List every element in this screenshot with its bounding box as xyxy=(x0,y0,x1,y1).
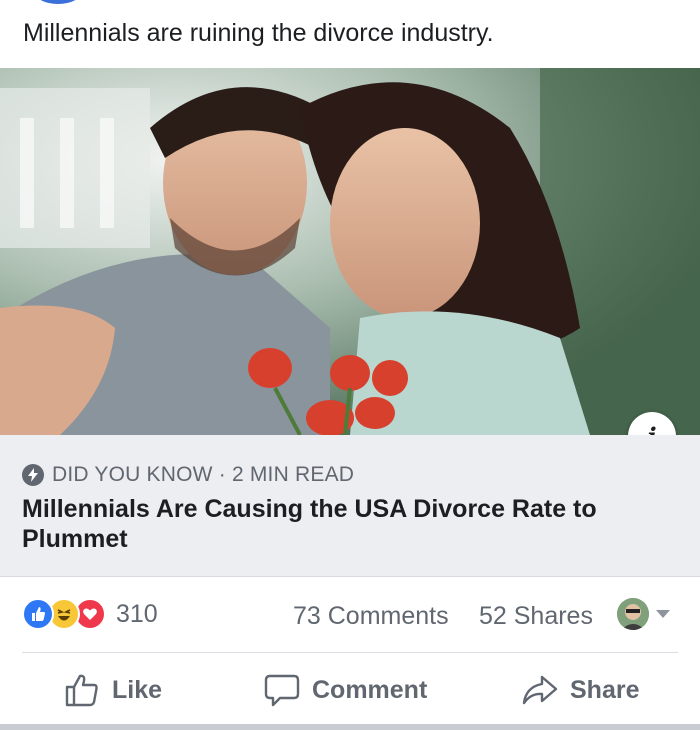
like-reaction-icon xyxy=(22,598,54,630)
like-button[interactable]: Like xyxy=(64,670,162,710)
link-source: DID YOU KNOW · 2 MIN READ xyxy=(22,463,354,487)
engagement-stats: 310 73 Comments 52 Shares xyxy=(0,590,700,640)
reactions-summary[interactable]: 310 xyxy=(22,598,158,630)
link-preview-meta[interactable]: DID YOU KNOW · 2 MIN READ Millennials Ar… xyxy=(0,435,700,577)
comments-count[interactable]: 73 Comments xyxy=(293,602,449,631)
shares-count[interactable]: 52 Shares xyxy=(479,602,593,631)
couple-selfie-photo xyxy=(0,68,700,435)
comment-bubble-icon xyxy=(264,674,300,707)
share-arrow-icon xyxy=(522,675,558,705)
link-preview-image[interactable] xyxy=(0,68,700,435)
viewer-avatar[interactable] xyxy=(617,598,649,630)
post-text: Millennials are ruining the divorce indu… xyxy=(23,19,494,47)
link-source-label: DID YOU KNOW · 2 MIN READ xyxy=(52,463,355,486)
post-separator xyxy=(0,724,700,730)
post-actions: Like Comment Share xyxy=(0,656,700,724)
thumbs-up-icon xyxy=(65,674,98,707)
reaction-count: 310 xyxy=(116,599,158,628)
comment-button[interactable]: Comment xyxy=(264,670,427,710)
poster-avatar-edge[interactable] xyxy=(34,0,82,4)
share-button-label: Share xyxy=(570,675,640,704)
instant-article-bolt-icon xyxy=(22,464,44,486)
audience-caret-icon[interactable] xyxy=(656,610,670,618)
actions-divider xyxy=(22,652,678,653)
share-button[interactable]: Share xyxy=(522,670,639,710)
like-button-label: Like xyxy=(112,675,163,704)
link-title[interactable]: Millennials Are Causing the USA Divorce … xyxy=(22,494,662,554)
comment-button-label: Comment xyxy=(312,675,428,704)
